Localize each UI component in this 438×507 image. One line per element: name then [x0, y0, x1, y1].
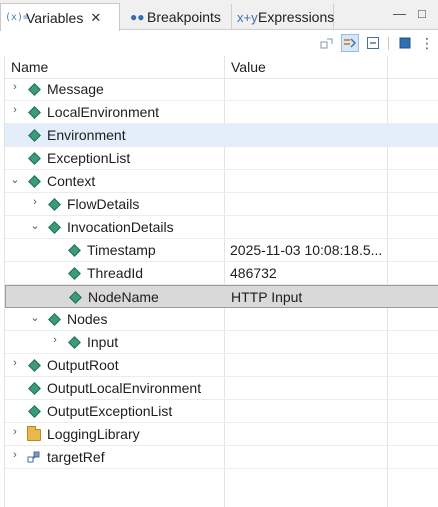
tree-row[interactable]: › Input [5, 331, 438, 354]
expressions-icon: x+y [237, 9, 258, 25]
row-name: Message [47, 81, 104, 97]
element-diamond-icon [27, 105, 41, 119]
collapse-chevron-icon[interactable]: ⌄ [29, 219, 41, 232]
close-icon[interactable]: ✕ [90, 10, 101, 26]
expand-chevron-icon[interactable]: › [9, 81, 21, 93]
view-tab-bar: (x)= Variables ✕ ●● Breakpoints x+y Expr… [0, 0, 438, 31]
tab-expressions-label: Expressions [258, 9, 335, 25]
collapse-chevron-icon[interactable]: ⌄ [9, 173, 21, 186]
row-name: LocalEnvironment [47, 104, 160, 120]
collapse-all-icon[interactable] [364, 34, 382, 52]
collapse-chevron-icon[interactable]: ⌄ [29, 311, 41, 324]
show-type-names-icon[interactable] [341, 34, 359, 52]
tab-variables-label: Variables [26, 9, 84, 26]
element-diamond-icon [47, 220, 61, 234]
tree-row[interactable]: OutputLocalEnvironment [5, 377, 438, 400]
row-value: HTTP Input [231, 289, 303, 305]
element-diamond-icon [27, 82, 41, 96]
tree-row[interactable]: › Message [5, 78, 438, 101]
tree-row[interactable]: › FlowDetails [5, 193, 438, 216]
tree-row[interactable]: ⌄ InvocationDetails [5, 216, 438, 239]
tree-row[interactable]: Environment [5, 124, 438, 147]
row-name: LoggingLibrary [47, 426, 140, 442]
column-header-name[interactable]: Name [11, 59, 48, 75]
collapse-tree-icon[interactable] [318, 34, 336, 52]
row-name: FlowDetails [67, 196, 140, 212]
breakpoints-icon: ●● [130, 10, 145, 24]
tree-row[interactable]: NodeName HTTP Input [5, 285, 438, 308]
row-name: NodeName [88, 289, 159, 305]
view-menu-icon[interactable]: ⋮ [418, 34, 436, 52]
expand-chevron-icon[interactable]: › [29, 196, 41, 208]
tree-row[interactable]: ExceptionList [5, 147, 438, 170]
tab-variables[interactable]: (x)= Variables ✕ [0, 3, 120, 31]
tree-row[interactable]: › OutputRoot [5, 354, 438, 377]
element-diamond-icon [27, 404, 41, 418]
element-diamond-icon [67, 266, 81, 280]
expand-chevron-icon[interactable]: › [9, 357, 21, 369]
view-toolbar: ⋮ [0, 31, 438, 56]
tree-row[interactable]: › LoggingLibrary [5, 423, 438, 446]
row-name: InvocationDetails [67, 219, 174, 235]
tab-expressions[interactable]: x+y Expressions [233, 4, 334, 30]
row-name: ExceptionList [47, 150, 131, 166]
row-name: targetRef [47, 449, 105, 465]
maximize-icon[interactable]: □ [418, 6, 426, 21]
expand-chevron-icon[interactable]: › [9, 104, 21, 116]
row-name: Environment [47, 127, 126, 143]
expand-chevron-icon[interactable]: › [9, 426, 21, 438]
element-diamond-icon [47, 197, 61, 211]
reference-icon [27, 450, 41, 464]
row-name: OutputRoot [47, 357, 119, 373]
element-diamond-icon [27, 358, 41, 372]
variables-tree-table: Name Value › Message › LocalEnvironment Envi… [4, 56, 438, 507]
variables-icon: (x)= [5, 12, 30, 23]
column-header-value[interactable]: Value [231, 59, 266, 75]
element-diamond-icon [67, 243, 81, 257]
tab-breakpoints[interactable]: ●● Breakpoints [126, 4, 232, 30]
tree-row[interactable]: OutputExceptionList [5, 400, 438, 423]
row-value: 2025-11-03 10:08:18.5... [230, 242, 383, 258]
row-name: OutputLocalEnvironment [47, 380, 202, 396]
tree-row[interactable]: ThreadId 486732 [5, 262, 438, 285]
tab-breakpoints-label: Breakpoints [147, 9, 221, 25]
maximize-view-icon[interactable] [396, 34, 414, 52]
element-diamond-icon [27, 381, 41, 395]
folder-icon [27, 426, 41, 441]
tree-row[interactable]: › LocalEnvironment [5, 101, 438, 124]
element-diamond-icon [27, 128, 41, 142]
tree-row[interactable]: › targetRef [5, 446, 438, 469]
minimize-icon[interactable]: — [393, 6, 406, 21]
row-name: ThreadId [87, 265, 144, 281]
element-diamond-icon [27, 151, 41, 165]
element-diamond-icon [67, 335, 81, 349]
tree-row[interactable]: Timestamp 2025-11-03 10:08:18.5... [5, 239, 438, 262]
element-diamond-icon [27, 174, 41, 188]
tree-row[interactable]: ⌄ Nodes [5, 308, 438, 331]
expand-chevron-icon[interactable]: › [9, 449, 21, 461]
tree-row[interactable]: ⌄ Context [5, 170, 438, 193]
row-name: Nodes [67, 311, 108, 327]
row-name: OutputExceptionList [47, 403, 173, 419]
element-diamond-icon [47, 312, 61, 326]
expand-chevron-icon[interactable]: › [49, 334, 61, 346]
row-name: Input [87, 334, 119, 350]
toolbar-separator [388, 37, 389, 50]
row-value: 486732 [230, 265, 277, 281]
row-name: Context [47, 173, 96, 189]
row-name: Timestamp [87, 242, 156, 258]
table-header: Name Value [5, 56, 438, 79]
element-diamond-icon [68, 290, 82, 304]
